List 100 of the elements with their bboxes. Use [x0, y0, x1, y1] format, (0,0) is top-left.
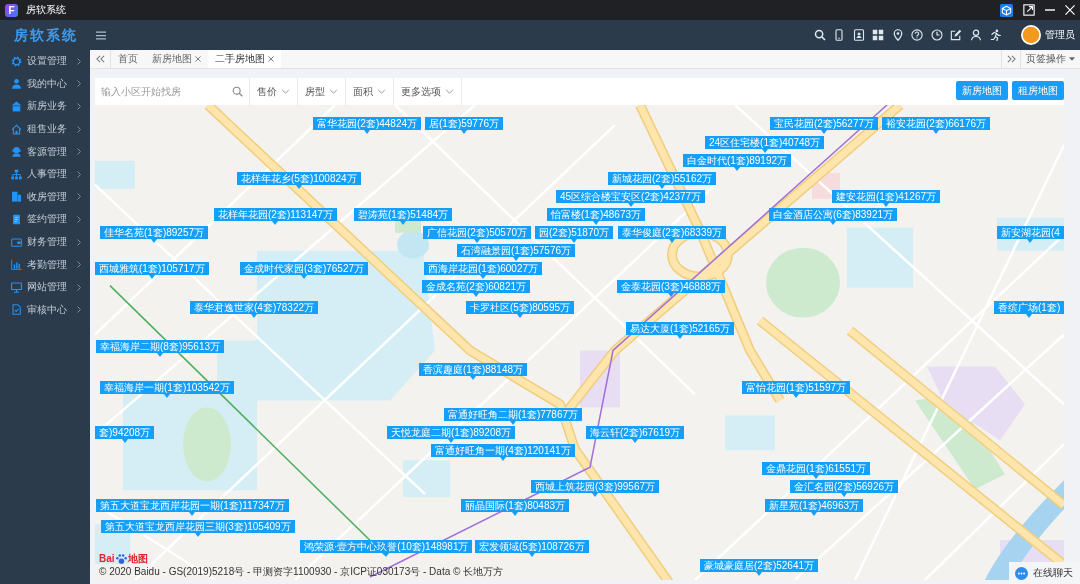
cube-icon[interactable]	[1000, 3, 1013, 17]
brand-title: 房软系统	[14, 26, 79, 44]
phone-icon[interactable]	[833, 29, 845, 41]
contact-card-icon[interactable]	[852, 29, 865, 41]
price-label[interactable]: 建安花园(1套)41267万	[832, 190, 941, 207]
price-label[interactable]: 石湾融景园(1套)57576万	[457, 244, 576, 261]
location-pin-icon[interactable]	[891, 29, 904, 41]
price-label[interactable]: 幸福海岸一期(1套)103542万	[100, 381, 234, 398]
price-label[interactable]: 广信花园(2套)50570万	[423, 226, 532, 243]
customer-icon	[11, 146, 22, 158]
price-label[interactable]: 白金酒店公寓(6套)83921万	[769, 208, 898, 225]
price-label[interactable]: 居(1套)59776万	[425, 117, 504, 134]
price-label[interactable]: 丽晶国际(1套)80483万	[461, 499, 570, 516]
chevrons-left-icon[interactable]	[95, 55, 105, 63]
price-label[interactable]: 碧涛苑(1套)51484万	[354, 208, 453, 225]
price-label[interactable]: 泰华君逸世家(4套)78322万	[190, 301, 319, 318]
sidebar-item[interactable]: 收房管理	[0, 185, 90, 209]
tab[interactable]: 二手房地图	[208, 50, 281, 68]
chevrons-right-icon[interactable]	[1006, 55, 1016, 63]
price-label[interactable]: 幸福海岸二期(8套)95613万	[96, 340, 225, 357]
price-label[interactable]: 24区住宅楼(1套)40748万	[705, 136, 825, 153]
price-label[interactable]: 金鼎花园(1套)61551万	[762, 462, 871, 479]
price-label[interactable]: 金汇名园(2套)56926万	[790, 480, 899, 497]
price-label[interactable]: 天悦龙庭二期(1套)89208万	[387, 426, 516, 443]
edit-icon[interactable]	[950, 29, 962, 41]
price-label[interactable]: 宝民花园(2套)56277万	[770, 117, 879, 134]
sidebar-item[interactable]: 租售业务	[0, 117, 90, 141]
sidebar-item[interactable]: 网站管理	[0, 275, 90, 299]
user-icon[interactable]	[969, 29, 982, 41]
price-label[interactable]: 香缤广场(1套)	[994, 301, 1064, 318]
clock-icon[interactable]	[930, 29, 943, 41]
help-icon[interactable]	[911, 29, 923, 41]
paw-icon	[115, 554, 127, 564]
map-switch-button[interactable]: 租房地图	[1012, 81, 1064, 100]
org-chart-icon	[11, 168, 22, 180]
price-label[interactable]: 易达大厦(1套)52165万	[626, 322, 735, 339]
chat-icon	[1015, 566, 1028, 580]
price-label[interactable]: 富华花园(2套)44824万	[313, 117, 422, 134]
price-label[interactable]: 西海岸花园(1套)60027万	[424, 262, 543, 279]
price-label[interactable]: 海云轩(2套)67619万	[586, 426, 685, 443]
price-label[interactable]: 金成名苑(2套)60821万	[422, 280, 531, 297]
document-icon	[11, 213, 22, 225]
logo-text: 地图	[127, 553, 148, 565]
tab[interactable]: 首页	[111, 50, 145, 68]
price-label[interactable]: 佳华名苑(1套)89257万	[100, 226, 209, 243]
wallet-icon	[11, 236, 22, 248]
chevron-down-icon	[377, 89, 386, 94]
price-label[interactable]: 新城花园(2套)55162万	[608, 172, 717, 189]
price-label[interactable]: 宏发领域(5套)108726万	[475, 540, 589, 557]
price-label[interactable]: 卡罗社区(5套)80595万	[466, 301, 575, 318]
price-label[interactable]: 香滨趣庭(1套)88148万	[419, 363, 528, 380]
map-switch-button[interactable]: 新房地图	[956, 81, 1008, 100]
price-label[interactable]: 裕安花园(2套)66176万	[882, 117, 991, 134]
chat-widget[interactable]: 在线聊天	[1009, 562, 1080, 584]
window-title: 房软系统	[26, 4, 66, 16]
sidebar-item[interactable]: 客源管理	[0, 140, 90, 163]
price-label[interactable]: 怡富楼(1套)48673万	[547, 208, 646, 225]
price-label[interactable]: 白金时代(1套)89192万	[683, 154, 792, 171]
price-label[interactable]: 富怡花园(1套)51597万	[742, 381, 851, 398]
runner-icon[interactable]	[989, 29, 1001, 41]
search-field[interactable]: 输入小区开始找房	[101, 83, 228, 100]
price-label[interactable]: 富通好旺角二期(1套)77867万	[444, 408, 583, 425]
avatar-icon[interactable]	[1021, 25, 1041, 45]
user-name[interactable]: 管理员	[1045, 29, 1075, 41]
price-label[interactable]: 西城上筑花园(3套)99567万	[531, 480, 660, 497]
price-label[interactable]: 西城雅筑(1套)105717万	[95, 262, 209, 279]
tab-actions-menu[interactable]: 页签操作	[1021, 50, 1080, 68]
chevron-down-icon	[445, 89, 454, 94]
price-label[interactable]: 泰华俊庭(2套)68339万	[618, 226, 727, 243]
sidebar-item[interactable]: 新房业务	[0, 95, 90, 118]
price-label[interactable]: 新安湖花园(4	[997, 226, 1064, 243]
tab[interactable]: 新房地图	[145, 50, 208, 68]
chevron-down-icon	[329, 89, 338, 94]
sidebar-item[interactable]: 考勤管理	[0, 253, 90, 276]
price-label[interactable]: 第五大道宝龙西岸花园一期(1套)117347万	[96, 499, 289, 516]
sidebar-item[interactable]: 人事管理	[0, 162, 90, 186]
price-label[interactable]: 金成时代家园(3套)76527万	[240, 262, 369, 279]
price-label[interactable]: 园(2套)51870万	[535, 226, 614, 243]
grid-icon[interactable]	[872, 29, 884, 41]
external-window-icon[interactable]	[1023, 4, 1035, 16]
sidebar-item[interactable]: 审核中心	[0, 298, 90, 322]
price-label[interactable]: 第五大道宝龙西岸花园三期(3套)105409万	[101, 520, 295, 537]
price-label[interactable]: 套)94208万	[95, 426, 155, 443]
checklist-icon	[11, 304, 22, 316]
price-label[interactable]: 鸿荣源·壹方中心玖誉(10套)148981万	[300, 540, 473, 557]
search-icon[interactable]	[813, 29, 826, 41]
price-label[interactable]: 富通好旺角一期(4套)120141万	[431, 444, 575, 461]
price-label[interactable]: 45区综合楼宝安区(2套)42377万	[556, 190, 706, 207]
sidebar-item[interactable]: 财务管理	[0, 230, 90, 254]
sidebar-item[interactable]: 我的中心	[0, 72, 90, 96]
user-icon	[11, 78, 22, 90]
sidebar-item[interactable]: 签约管理	[0, 208, 90, 231]
house-outline-icon	[11, 123, 22, 135]
price-label[interactable]: 金泰花园(3套)46888万	[617, 280, 726, 297]
sidebar-item[interactable]: 设置管理	[0, 50, 90, 73]
menu-icon[interactable]	[96, 30, 106, 40]
price-label[interactable]: 花样年花园(2套)113147万	[214, 208, 337, 225]
price-label[interactable]: 豪城豪庭居(2套)52641万	[700, 559, 819, 576]
price-label[interactable]: 新星苑(1套)46963万	[765, 499, 864, 516]
price-label[interactable]: 花样年花乡(5套)100824万	[237, 172, 361, 189]
